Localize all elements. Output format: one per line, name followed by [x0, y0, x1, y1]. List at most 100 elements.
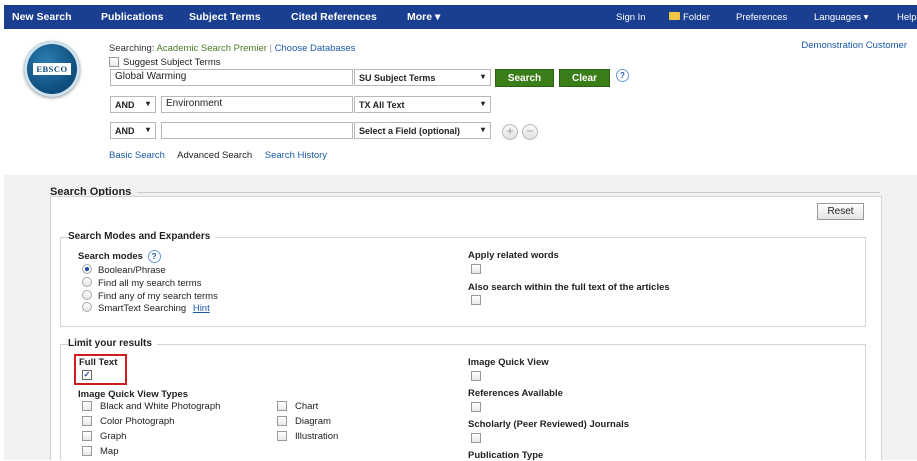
help-icon[interactable]: ? — [147, 250, 161, 263]
publication-type-label: Publication Type — [468, 450, 544, 461]
image-quick-view-checkbox[interactable] — [471, 371, 481, 381]
clear-button[interactable]: Clear — [559, 69, 610, 87]
tab-advanced-search[interactable]: Advanced Search — [177, 150, 252, 161]
nav-folder[interactable]: Folder — [669, 12, 710, 23]
suggest-subject-terms-label: Suggest Subject Terms — [123, 57, 221, 68]
ebsco-logo: EBSCO — [24, 41, 80, 97]
mode-smarttext[interactable]: SmartText Searching Hint — [82, 302, 210, 314]
nav-subject-terms[interactable]: Subject Terms — [189, 11, 261, 23]
references-available-checkbox[interactable] — [471, 402, 481, 412]
folder-icon — [669, 12, 680, 21]
radio-icon[interactable] — [82, 302, 92, 313]
help-icon[interactable]: ? — [616, 69, 629, 82]
iqv-type-label: Color Photograph — [100, 416, 175, 427]
tab-basic-search[interactable]: Basic Search — [109, 150, 165, 161]
nav-more-menu[interactable]: More ▾ — [407, 11, 440, 23]
checkbox-icon[interactable] — [277, 401, 287, 412]
iqv-type-label: Chart — [295, 401, 319, 412]
search-header: EBSCO Searching: Academic Search Premier… — [4, 29, 917, 175]
also-search-fulltext-checkbox[interactable] — [471, 295, 481, 305]
scholarly-journals-checkbox[interactable] — [471, 433, 481, 443]
nav-folder-label: Folder — [683, 12, 710, 23]
mode-boolean-phrase[interactable]: Boolean/Phrase — [82, 264, 166, 276]
search-input-2[interactable]: Environment — [161, 96, 353, 113]
iqv-type-color-photo[interactable]: Color Photograph — [82, 416, 174, 427]
reset-button[interactable]: Reset — [817, 203, 864, 220]
tab-search-history[interactable]: Search History — [265, 150, 327, 161]
checkbox-icon[interactable] — [277, 416, 287, 427]
suggest-subject-terms[interactable]: Suggest Subject Terms — [109, 57, 221, 68]
chevron-down-icon: ▾ — [145, 125, 150, 134]
bool-operator-select-3[interactable]: AND ▾ — [110, 122, 156, 139]
field-select-1[interactable]: SU Subject Terms ▾ — [354, 69, 491, 86]
top-nav-bar: New Search Publications Subject Terms Ci… — [4, 5, 917, 29]
mode-label: Boolean/Phrase — [98, 265, 166, 276]
customer-name[interactable]: Demonstration Customer — [801, 40, 907, 51]
search-input-1[interactable]: Global Warming — [110, 69, 353, 86]
apply-related-words-label: Apply related words — [468, 250, 559, 261]
scholarly-journals-label: Scholarly (Peer Reviewed) Journals — [468, 419, 630, 430]
chevron-down-icon: ▾ — [145, 99, 150, 108]
divider — [50, 192, 880, 193]
chevron-down-icon: ▾ — [480, 99, 485, 108]
search-tabs: Basic Search Advanced Search Search Hist… — [109, 150, 337, 161]
highlight-box — [74, 354, 127, 385]
bool-operator-2-label: AND — [115, 100, 135, 110]
mode-label: Find any of my search terms — [98, 291, 218, 302]
nav-help[interactable]: Help — [897, 12, 917, 23]
iqv-type-bw-photo[interactable]: Black and White Photograph — [82, 401, 220, 412]
nav-new-search[interactable]: New Search — [12, 11, 72, 23]
iqv-type-map[interactable]: Map — [82, 446, 118, 457]
radio-selected-icon[interactable] — [82, 264, 92, 275]
iqv-type-label: Illustration — [295, 431, 339, 442]
iqv-types-label: Image Quick View Types — [78, 389, 189, 400]
search-input-3[interactable] — [161, 122, 353, 139]
mode-find-all[interactable]: Find all my search terms — [82, 277, 202, 289]
iqv-type-label: Map — [100, 446, 119, 457]
field-select-1-label: SU Subject Terms — [359, 73, 436, 83]
mode-label: Find all my search terms — [98, 278, 202, 289]
search-modes-title: Search Modes and Expanders — [68, 231, 216, 242]
iqv-type-label: Graph — [100, 431, 127, 442]
mode-find-any[interactable]: Find any of my search terms — [82, 290, 218, 302]
iqv-type-graph[interactable]: Graph — [82, 431, 126, 442]
choose-databases-link[interactable]: Choose Databases — [275, 43, 356, 54]
apply-related-words-checkbox[interactable] — [471, 264, 481, 274]
remove-row-icon[interactable]: − — [522, 124, 538, 140]
logo-text: EBSCO — [33, 63, 71, 75]
checkbox-icon[interactable] — [277, 431, 287, 442]
checkbox-icon[interactable] — [82, 446, 92, 457]
field-select-2[interactable]: TX All Text ▾ — [354, 96, 491, 113]
nav-languages[interactable]: Languages ▾ — [814, 12, 868, 23]
mode-label: SmartText Searching — [98, 303, 187, 314]
limit-results-title: Limit your results — [68, 338, 157, 349]
iqv-type-illustration[interactable]: Illustration — [277, 431, 338, 442]
nav-preferences[interactable]: Preferences — [736, 12, 787, 23]
checkbox-icon[interactable] — [82, 401, 92, 412]
chevron-down-icon: ▾ — [480, 72, 485, 81]
iqv-type-diagram[interactable]: Diagram — [277, 416, 331, 427]
references-available-label: References Available — [468, 388, 563, 399]
search-button[interactable]: Search — [495, 69, 554, 87]
image-quick-view-label: Image Quick View — [468, 357, 549, 368]
field-select-3-label: Select a Field (optional) — [359, 126, 461, 136]
nav-sign-in[interactable]: Sign In — [616, 12, 646, 23]
suggest-subject-terms-checkbox[interactable] — [109, 57, 119, 68]
separator: | — [269, 43, 273, 54]
iqv-type-chart[interactable]: Chart — [277, 401, 318, 412]
nav-cited-references[interactable]: Cited References — [291, 11, 377, 23]
bool-operator-select-2[interactable]: AND ▾ — [110, 96, 156, 113]
field-select-3[interactable]: Select a Field (optional) ▾ — [354, 122, 491, 139]
field-select-2-label: TX All Text — [359, 100, 405, 110]
checkbox-icon[interactable] — [82, 431, 92, 442]
also-search-fulltext-label: Also search within the full text of the … — [468, 282, 670, 293]
checkbox-icon[interactable] — [82, 416, 92, 427]
radio-icon[interactable] — [82, 290, 92, 301]
chevron-down-icon: ▾ — [480, 125, 485, 134]
iqv-type-label: Diagram — [295, 416, 331, 427]
add-row-icon[interactable]: + — [502, 124, 518, 140]
radio-icon[interactable] — [82, 277, 92, 288]
nav-publications[interactable]: Publications — [101, 11, 163, 23]
iqv-type-label: Black and White Photograph — [100, 401, 221, 412]
hint-link[interactable]: Hint — [193, 303, 210, 314]
